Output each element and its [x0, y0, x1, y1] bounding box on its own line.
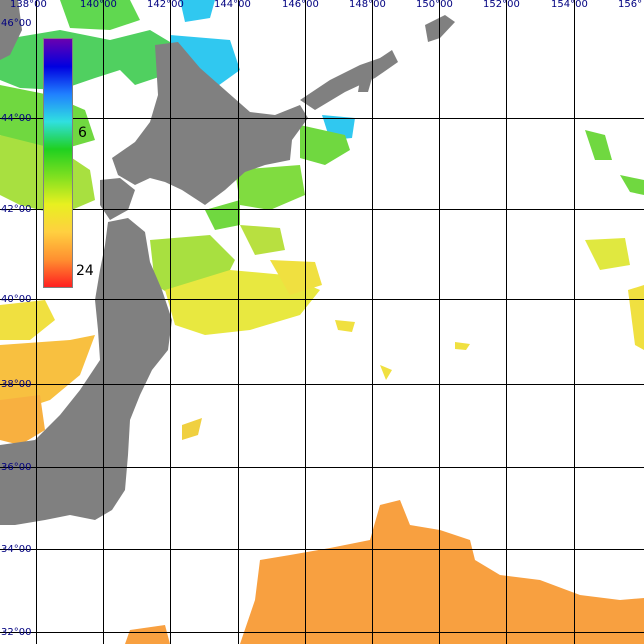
sst-patch-pacific-small-1 — [182, 418, 202, 440]
lat-label-36: 36°00 — [1, 462, 32, 473]
lat-label-40: 40°00 — [1, 294, 32, 305]
sst-patch-sea-of-japan-warm — [0, 300, 55, 340]
temperature-legend-colorbar — [43, 38, 73, 288]
map-canvas — [0, 0, 644, 644]
sst-patch-east-green-1 — [585, 130, 612, 160]
sst-patch-north-cool — [0, 30, 175, 90]
sst-patch-top-cyan — [180, 0, 215, 22]
sst-patch-pacific-small-3 — [380, 365, 392, 380]
lon-label-154: 154°00 — [551, 0, 588, 10]
sst-patch-east-yellow-2 — [628, 285, 644, 350]
lon-label-144: 144°00 — [214, 0, 251, 10]
sea-surface-temperature-map: 138°00 140°00 142°00 144°00 146°00 148°0… — [0, 0, 644, 644]
lat-label-46: 46°00 — [1, 18, 32, 29]
lon-label-156: 156° — [618, 0, 643, 10]
sst-patch-pacific-small-2 — [455, 342, 470, 350]
lon-label-148: 148°00 — [349, 0, 386, 10]
land-oshima-peninsula — [100, 178, 135, 220]
legend-label-6: 6 — [78, 125, 87, 141]
lon-label-138: 138°00 — [10, 0, 47, 10]
sst-patch-offshore-green — [240, 225, 285, 255]
lon-label-142: 142°00 — [147, 0, 184, 10]
sst-patch-offshore-warm-2 — [335, 320, 355, 332]
lat-label-42: 42°00 — [1, 204, 32, 215]
lat-label-34: 34°00 — [1, 544, 32, 555]
lat-label-44: 44°00 — [1, 113, 32, 124]
land-kuril-small — [358, 78, 372, 92]
sst-patch-tsugaru — [205, 200, 240, 230]
lat-label-32: 32°00 — [1, 627, 32, 638]
land-kuril-1 — [300, 50, 398, 110]
lon-label-140: 140°00 — [80, 0, 117, 10]
lat-label-38: 38°00 — [1, 379, 32, 390]
lon-label-146: 146°00 — [282, 0, 319, 10]
lon-label-152: 152°00 — [483, 0, 520, 10]
sst-patch-east-yellow — [585, 238, 630, 270]
sst-patch-east-green-2 — [620, 175, 644, 195]
lon-label-150: 150°00 — [416, 0, 453, 10]
sst-patch-south-hot-2 — [125, 625, 170, 644]
legend-label-24: 24 — [76, 263, 94, 279]
